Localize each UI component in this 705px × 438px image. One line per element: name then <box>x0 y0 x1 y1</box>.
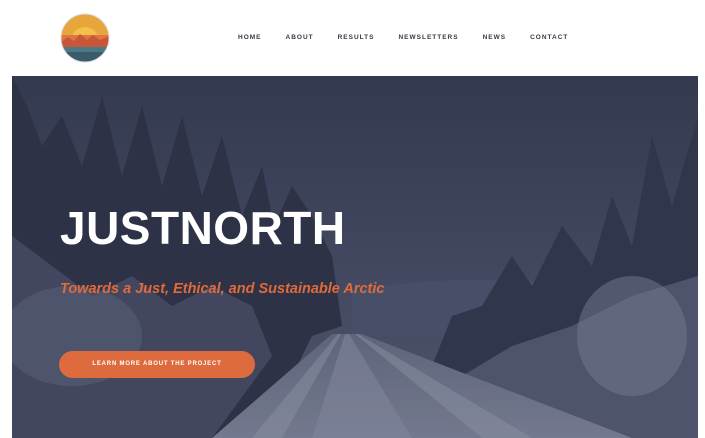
hero-subtitle: Towards a Just, Ethical, and Sustainable… <box>60 281 385 297</box>
snowy-forest-road-photo <box>12 76 698 438</box>
learn-more-button[interactable]: LEARN MORE ABOUT THE PROJECT <box>59 351 255 378</box>
hero-section: JUSTNORTH Towards a Just, Ethical, and S… <box>12 76 698 438</box>
site-header: HOME ABOUT RESULTS NEWSLETTERS NEWS CONT… <box>0 0 705 76</box>
nav-about[interactable]: ABOUT <box>274 31 326 45</box>
main-nav: HOME ABOUT RESULTS NEWSLETTERS NEWS CONT… <box>226 31 580 45</box>
justnorth-sunrise-logo-icon[interactable] <box>60 13 110 63</box>
nav-news[interactable]: NEWS <box>471 31 519 45</box>
nav-home[interactable]: HOME <box>226 31 274 45</box>
nav-contact[interactable]: CONTACT <box>518 31 580 45</box>
nav-newsletters[interactable]: NEWSLETTERS <box>386 31 470 45</box>
page: HOME ABOUT RESULTS NEWSLETTERS NEWS CONT… <box>0 0 705 438</box>
nav-results[interactable]: RESULTS <box>326 31 387 45</box>
hero-title: JUSTNORTH <box>60 202 346 254</box>
